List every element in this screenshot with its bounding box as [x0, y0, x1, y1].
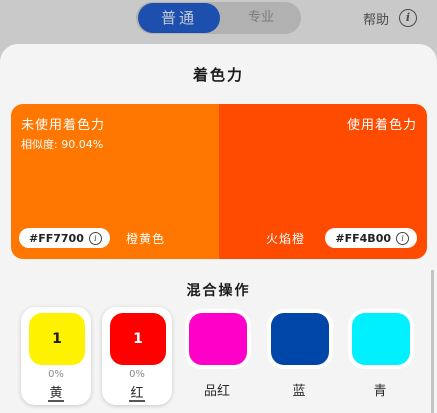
info-icon: i: [88, 231, 102, 245]
swatch-color-red: 1: [110, 313, 166, 365]
info-icon: i: [399, 9, 418, 27]
swatch-blue[interactable]: 蓝: [264, 307, 334, 405]
swatch-label: 红: [130, 386, 144, 401]
selected-underline: [129, 400, 145, 402]
swatch-cyan[interactable]: 青: [345, 307, 415, 405]
color-comparison: 未使用着色力 相似度: 90.04% #FF7700 i 橙黄色 使用着色力 火…: [11, 104, 427, 259]
without-tint-panel: 未使用着色力 相似度: 90.04% #FF7700 i 橙黄色: [11, 104, 219, 259]
hex-code-right: #FF4B00: [335, 231, 391, 245]
hex-code-left: #FF7700: [29, 231, 84, 245]
swatch-percent: 0%: [129, 369, 145, 380]
swatch-color-magenta: [189, 313, 247, 365]
help-button[interactable]: 帮助 i: [363, 8, 418, 28]
color-name-left: 橙黄色: [126, 232, 166, 246]
swatch-color-yellow: 1: [29, 313, 85, 365]
mode-normal-tab[interactable]: 普通: [138, 3, 220, 33]
swatch-color-cyan: [352, 313, 410, 365]
hex-code-pill-right[interactable]: #FF4B00 i: [325, 228, 417, 248]
swatch-label: 蓝: [292, 384, 306, 399]
with-tint-title: 使用着色力: [346, 118, 417, 133]
swatch-color-blue: [271, 313, 329, 365]
swatch-yellow[interactable]: 1 0% 黄: [21, 307, 91, 405]
swatch-label: 品红: [203, 384, 230, 399]
swatch-count: 1: [133, 331, 143, 347]
top-bar: 普通 专业 帮助 i: [0, 0, 437, 40]
help-label: 帮助: [363, 12, 390, 28]
mode-pro-tab[interactable]: 专业: [222, 3, 300, 33]
swatch-percent: 0%: [48, 369, 64, 380]
without-tint-title: 未使用着色力: [21, 118, 106, 133]
swatch-label: 黄: [49, 386, 63, 401]
hex-code-pill-left[interactable]: #FF7700 i: [19, 228, 110, 248]
sheet-title: 着色力: [192, 66, 244, 84]
info-icon: i: [396, 231, 409, 245]
swatch-red[interactable]: 1 0% 红: [102, 307, 172, 405]
scrollbar[interactable]: [431, 270, 434, 413]
mix-section-title: 混合操作: [186, 283, 251, 299]
with-tint-panel: 使用着色力 火焰橙 #FF4B00 i: [219, 104, 427, 259]
swatch-label: 青: [373, 384, 387, 399]
selected-underline: [48, 400, 64, 402]
color-name-right: 火焰橙: [265, 232, 305, 246]
swatch-count: 1: [52, 331, 62, 347]
similarity-value: 相似度: 90.04%: [21, 138, 104, 151]
swatch-magenta[interactable]: 品红: [182, 307, 252, 405]
